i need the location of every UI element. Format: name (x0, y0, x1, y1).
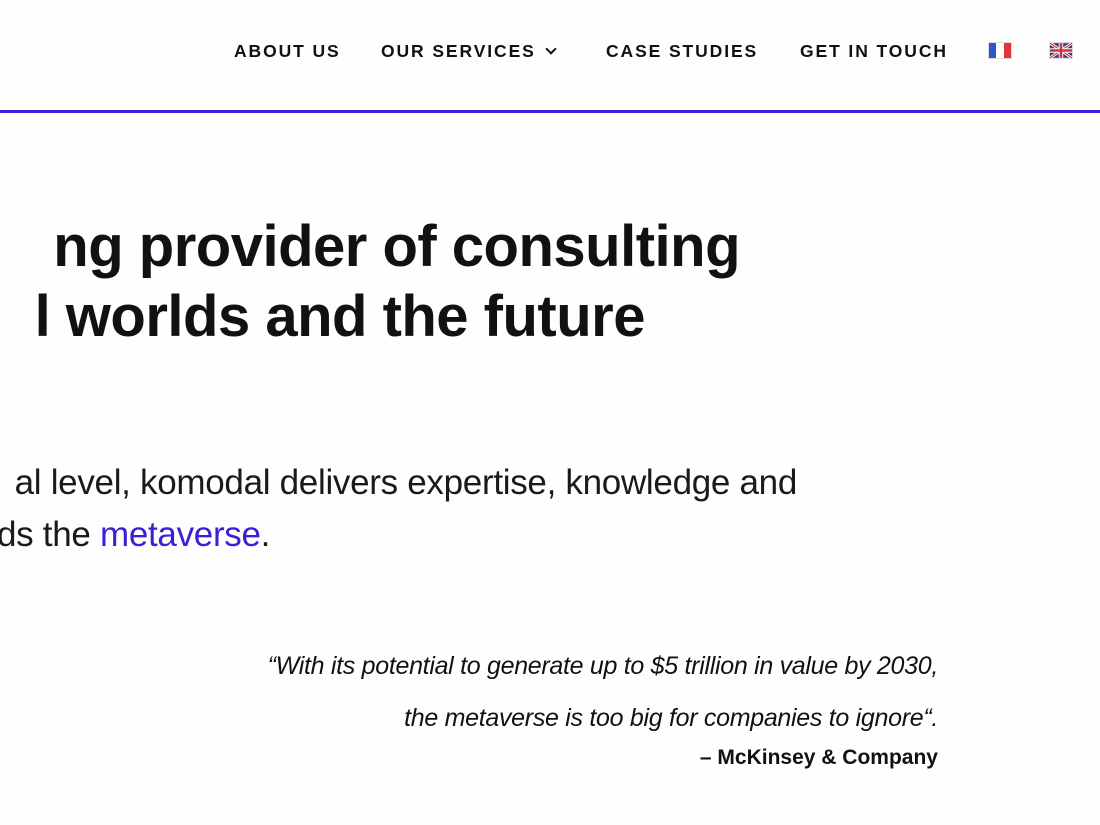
flag-fr-icon[interactable] (989, 43, 1011, 58)
nav-about-us[interactable]: ABOUT US (234, 41, 341, 62)
metaverse-link[interactable]: metaverse (100, 515, 261, 554)
hero-intro-prefix: ds the (0, 515, 100, 554)
nav-our-services-label: OUR SERVICES (381, 41, 536, 61)
page: ABOUT US OUR SERVICES CASE STUDIES GET I… (0, 0, 1100, 825)
mckinsey-quote: “With its potential to generate up to $5… (100, 640, 939, 770)
hero-intro-suffix: . (260, 515, 271, 554)
nav-our-services[interactable]: OUR SERVICES (381, 41, 557, 62)
quote-line-1: “With its potential to generate up to $5… (267, 652, 939, 680)
hero-headline-line-2: l worlds and the future (34, 284, 646, 349)
hero-intro-line-1: al level, komodal delivers expertise, kn… (14, 463, 798, 502)
hero-intro-line-2: ds the metaverse. (0, 509, 1100, 561)
hero-headline: ng provider of consulting l worlds and t… (0, 212, 741, 352)
quote-line-2: the metaverse is too big for companies t… (404, 704, 938, 732)
main-navigation: ABOUT US OUR SERVICES CASE STUDIES GET I… (0, 0, 1100, 113)
quote-author: – McKinsey & Company (699, 746, 938, 769)
hero-headline-line-1: ng provider of consulting (53, 214, 740, 279)
nav-get-in-touch[interactable]: GET IN TOUCH (800, 41, 948, 62)
hero-intro: al level, komodal delivers expertise, kn… (0, 457, 797, 561)
nav-case-studies[interactable]: CASE STUDIES (606, 41, 758, 62)
flag-uk-icon[interactable] (1050, 43, 1072, 58)
chevron-down-icon (545, 43, 557, 55)
